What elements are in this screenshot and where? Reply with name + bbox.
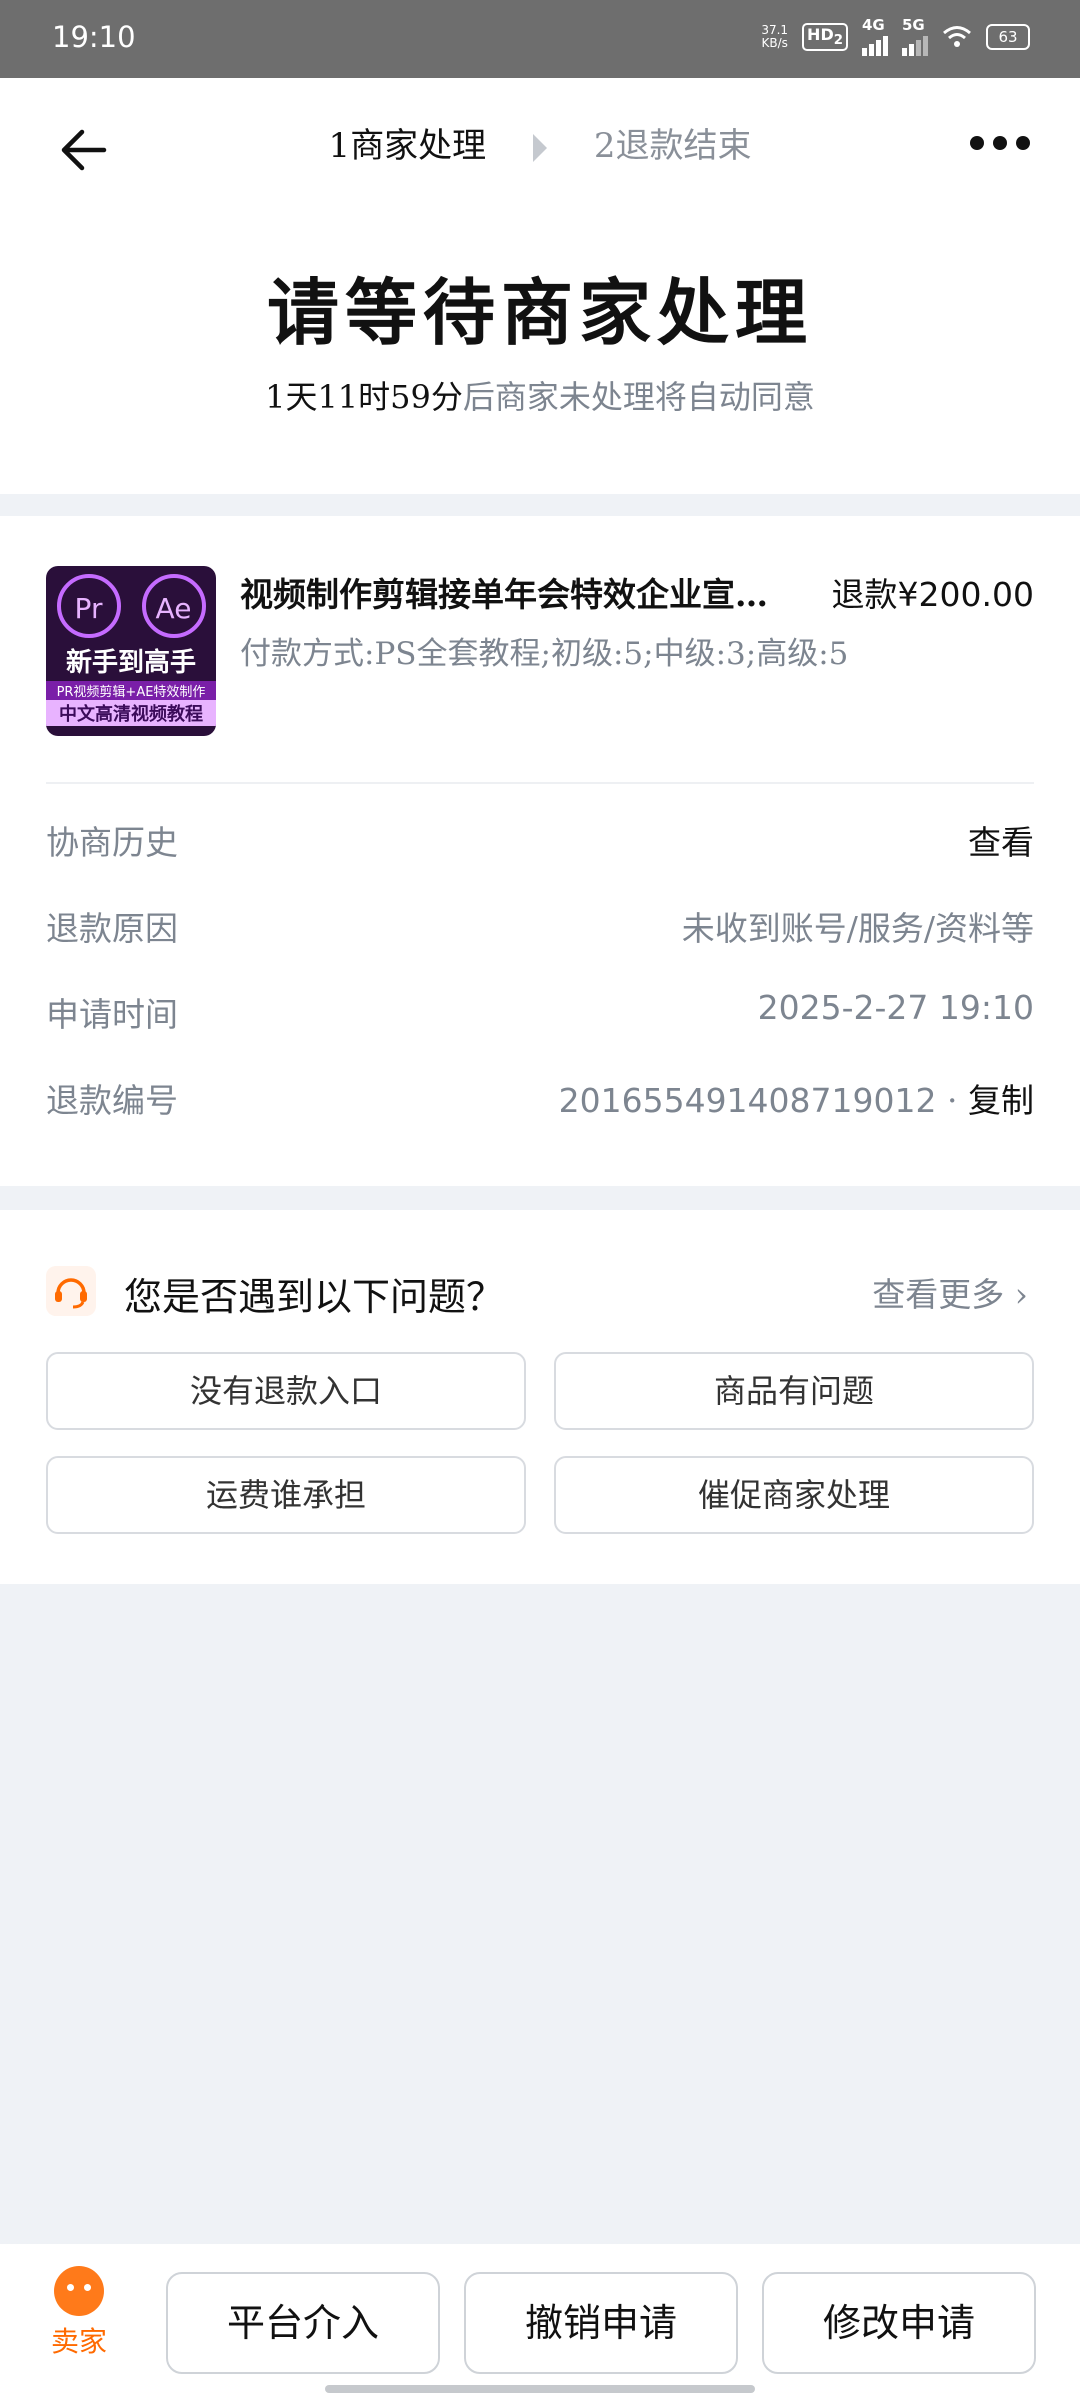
bottom-action-bar: 卖家 平台介入 撤销申请 修改申请 [0, 2244, 1080, 2400]
option-shipping-cost[interactable]: 运费谁承担 [46, 1456, 526, 1534]
product-name[interactable]: 视频制作剪辑接单年会特效企业宣传片 [240, 568, 780, 616]
payment-method: 付款方式:PS全套教程;初级:5;中级:3;高级:5 [240, 636, 849, 672]
countdown-time: 1天11时59分 [265, 378, 463, 416]
page-title: 请等待商家处理 [266, 270, 813, 355]
more-options-icon[interactable] [970, 136, 1030, 150]
copy-button[interactable]: 复制 [968, 1081, 1034, 1120]
option-no-refund-entry[interactable]: 没有退款入口 [46, 1352, 526, 1430]
signal-5g-icon: 5G [902, 18, 928, 56]
status-bar: 19:10 37.1 KB/s HD2 4G 5G 63 [0, 0, 1080, 78]
customer-service-icon [46, 1266, 96, 1316]
modify-request-button[interactable]: 修改申请 [762, 2272, 1036, 2374]
hd-icon: HD2 [802, 23, 848, 51]
seller-icon [54, 2266, 104, 2316]
after-effects-logo: Ae [141, 574, 206, 638]
detail-row-refund-reason: 退款原因 未收到账号/服务/资料等 [46, 909, 1034, 948]
chevron-right-icon: › [1014, 1275, 1028, 1314]
detail-row-refund-number: 退款编号 201655491408719012 · 复制 [46, 1081, 1034, 1120]
cancel-request-button[interactable]: 撤销申请 [464, 2272, 738, 2374]
see-more-link[interactable]: 查看更多 › [872, 1268, 1028, 1316]
view-history-link[interactable]: 查看 [968, 816, 1034, 864]
battery-icon: 63 [986, 24, 1030, 50]
network-speed: 37.1 KB/s [761, 23, 789, 50]
detail-row-negotiation-history: 协商历史 查看 [46, 816, 1034, 866]
step-merchant-processing: 1商家处理 [328, 126, 487, 166]
refund-detail-card: Pr Ae 新手到高手 PR视频剪辑+AE特效制作 中文高清视频教程 视频制作剪… [0, 516, 1080, 1186]
option-product-problem[interactable]: 商品有问题 [554, 1352, 1034, 1430]
divider [46, 782, 1034, 784]
home-indicator[interactable] [325, 2385, 755, 2393]
header: 1商家处理 2退款结束 请等待商家处理 1天11时59分后商家未处理将自动同意 [0, 78, 1080, 494]
status-icons: 37.1 KB/s HD2 4G 5G 63 [761, 18, 1030, 56]
countdown-notice: 1天11时59分后商家未处理将自动同意 [265, 378, 815, 416]
progress-steps: 1商家处理 2退款结束 [0, 118, 1080, 167]
refund-amount: 退款¥200.00 [831, 575, 1034, 614]
option-urge-merchant[interactable]: 催促商家处理 [554, 1456, 1034, 1534]
clock: 19:10 [52, 20, 136, 54]
detail-row-apply-time: 申请时间 2025-2-27 19:10 [46, 988, 1034, 1034]
wifi-icon [943, 26, 971, 47]
premiere-logo: Pr [56, 574, 121, 638]
refund-number: 201655491408719012 [558, 1081, 937, 1120]
step-refund-end: 2退款结束 [593, 126, 752, 166]
signal-4g-icon: 4G [862, 18, 888, 56]
help-card: 您是否遇到以下问题？ 查看更多 › 没有退款入口 商品有问题 运费谁承担 催促商… [0, 1210, 1080, 1584]
seller-contact[interactable]: 卖家 [44, 2266, 114, 2360]
help-question: 您是否遇到以下问题？ [124, 1275, 505, 1319]
step-arrow-icon [533, 134, 547, 162]
platform-intervene-button[interactable]: 平台介入 [166, 2272, 440, 2374]
product-thumbnail[interactable]: Pr Ae 新手到高手 PR视频剪辑+AE特效制作 中文高清视频教程 [46, 566, 216, 736]
